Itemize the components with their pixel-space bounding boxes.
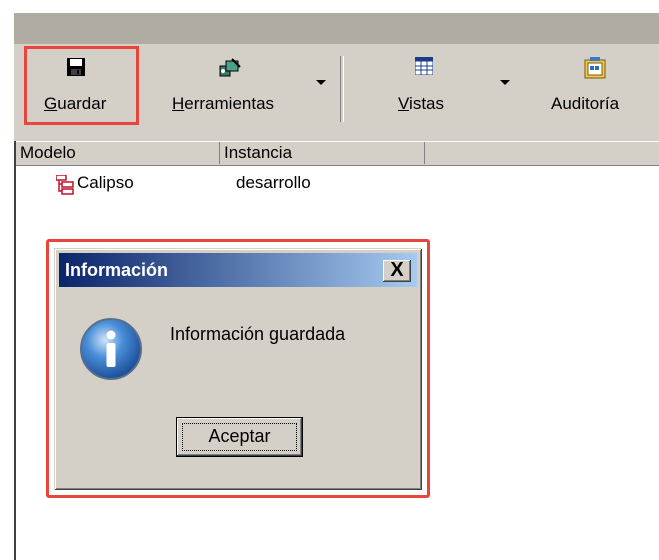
window-top [0, 0, 659, 44]
info-icon [80, 318, 142, 380]
info-dialog: Información X Información guardada Acept… [54, 248, 422, 490]
ok-button[interactable]: Aceptar [176, 417, 303, 457]
ok-label: Aceptar [208, 426, 271, 446]
dialog-title: Información [65, 260, 169, 280]
views-button[interactable]: Vistas [374, 49, 464, 125]
list-header: Modelo Instancia [16, 141, 659, 166]
audit-label: Auditoría [551, 94, 620, 113]
views-label: Vistas [398, 94, 445, 113]
list-item[interactable]: Calipso desarrollo [16, 171, 656, 197]
tools-label: Herramientas [172, 94, 275, 113]
model-tree-icon [56, 175, 74, 195]
tools-dropdown-icon[interactable] [316, 80, 326, 85]
views-dropdown-icon[interactable] [500, 80, 510, 85]
close-icon: X [390, 259, 404, 281]
dialog-titlebar[interactable]: Información X [59, 253, 417, 287]
tools-icon [219, 58, 241, 77]
column-header-instance[interactable]: Instancia [220, 142, 425, 164]
toolbar-separator [340, 56, 344, 122]
window-titlebar [14, 13, 659, 44]
audit-icon [584, 57, 606, 79]
column-header-empty[interactable] [425, 142, 659, 164]
model-name: Calipso [77, 173, 134, 192]
dialog-message: Información guardada [170, 324, 346, 344]
column-header-model[interactable]: Modelo [16, 142, 220, 164]
audit-button[interactable]: Auditoría [546, 49, 651, 125]
views-grid-icon [415, 57, 433, 75]
close-button[interactable]: X [383, 260, 411, 282]
tools-button[interactable]: Herramientas [154, 49, 334, 125]
save-highlight [24, 46, 139, 125]
instance-name: desarrollo [236, 173, 311, 192]
